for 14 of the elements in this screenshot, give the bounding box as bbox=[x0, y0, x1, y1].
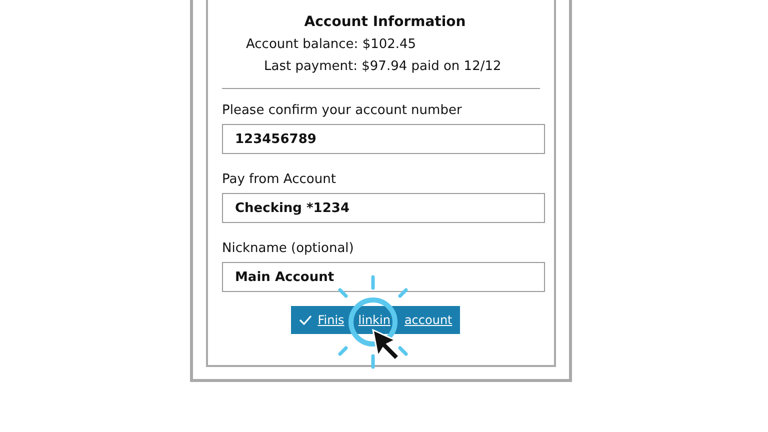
finish-button[interactable]: Finis linkin account bbox=[290, 306, 460, 334]
field-label: Pay from Account bbox=[222, 172, 337, 187]
field-label: Nickname (optional) bbox=[222, 241, 355, 256]
input-field[interactable]: Main Account bbox=[222, 262, 545, 292]
button-label: Finis bbox=[318, 313, 344, 327]
input-field[interactable]: Checking *1234 bbox=[222, 193, 545, 223]
section-title: Account Information bbox=[303, 14, 467, 30]
info-text: Account balance: $102.45 bbox=[246, 37, 416, 52]
button-label: account bbox=[404, 313, 452, 327]
check-icon bbox=[298, 315, 312, 325]
field-label: Please confirm your account number bbox=[222, 103, 463, 118]
input-field[interactable]: 123456789 bbox=[222, 124, 545, 154]
button-label: linkin bbox=[358, 313, 390, 327]
info-text: Last payment: $97.94 paid on 12/12 bbox=[264, 59, 502, 74]
